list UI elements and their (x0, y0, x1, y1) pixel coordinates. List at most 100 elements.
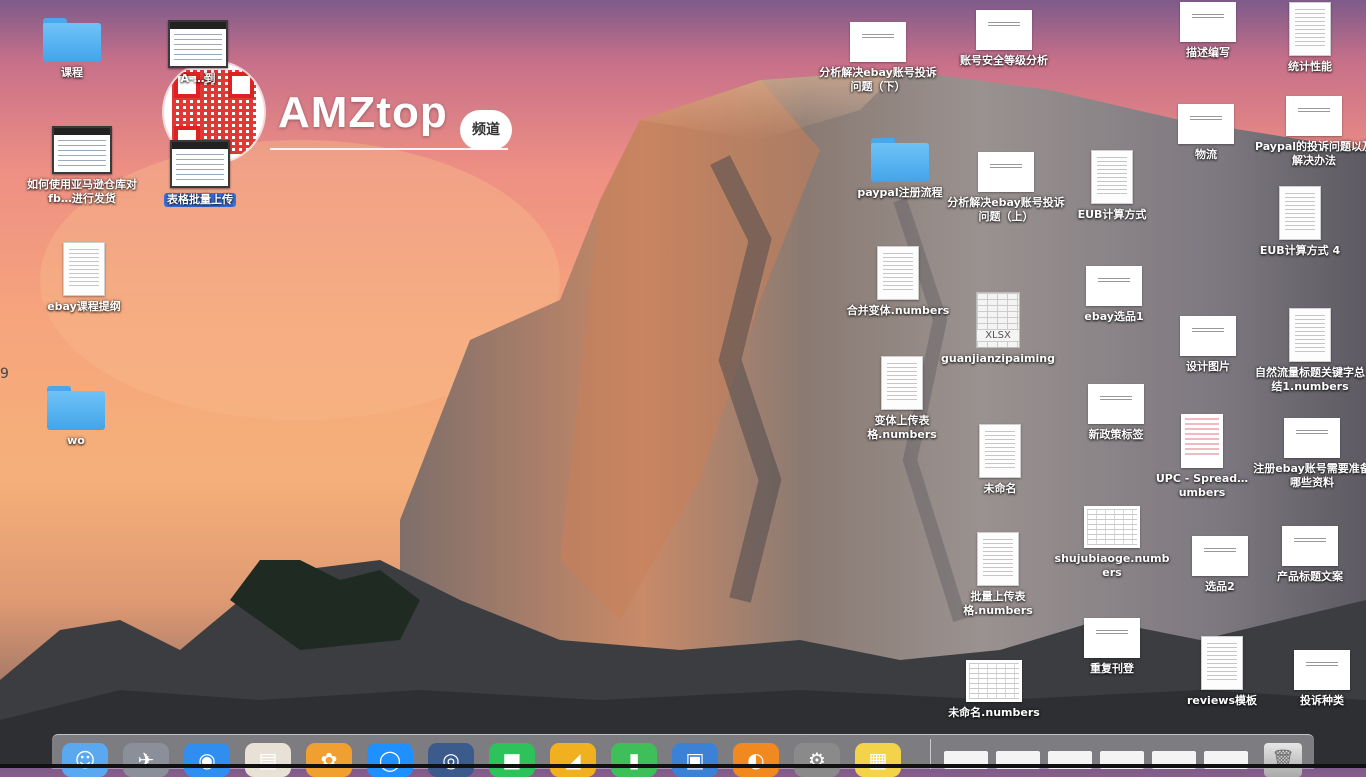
desktop-icon[interactable]: 自然流量标题关键字总结1.numbers (1250, 308, 1366, 394)
preview-icon[interactable]: ▣ (672, 743, 718, 777)
app-store-icon[interactable]: ◯ (367, 743, 413, 777)
watermark-badge: 频道 (460, 110, 512, 150)
desktop-icon-label: 未命名.numbers (948, 706, 1040, 719)
edge-digit: 9 (0, 366, 9, 382)
desktop-icon-label: 重复刊登 (1090, 662, 1134, 675)
xlsx-file-icon: XLSX (976, 292, 1020, 348)
document-file-icon (1091, 150, 1133, 204)
desktop-icon[interactable]: 分析解决ebay账号投诉问题（下） (818, 22, 938, 94)
slide-file-icon (1180, 316, 1236, 356)
desktop-icon[interactable]: ebay课程提纲 (24, 242, 144, 314)
desktop-icon-label: 产品标题文案 (1277, 570, 1343, 583)
pink-file-icon (1181, 414, 1223, 468)
facetime-glyph: ■ (502, 748, 522, 772)
desktop-icon[interactable]: EUB计算方式 4 (1240, 186, 1360, 258)
desktop-icon[interactable]: 未命名 (940, 424, 1060, 496)
desktop-icon-label: UPC - Spread…umbers (1155, 472, 1249, 499)
quicktime-icon[interactable]: ◎ (428, 743, 474, 777)
document-file-icon (1201, 636, 1243, 690)
desktop-icon-label: 课程 (61, 66, 83, 79)
desktop-icon[interactable]: Paypal的投诉问题以及解决办法 (1254, 96, 1366, 168)
slide-file-icon (1180, 2, 1236, 42)
screenshot-file-icon (168, 20, 228, 68)
safari-glyph: ◉ (198, 748, 216, 772)
xlsx-badge: XLSX (977, 330, 1019, 341)
finder-glyph: ☺ (74, 748, 96, 772)
slide-file-icon (1284, 418, 1340, 458)
desktop-icon[interactable]: 课程 (12, 18, 132, 80)
desktop-icon[interactable]: paypal注册流程 (840, 138, 960, 200)
desktop-icon-label: 自然流量标题关键字总结1.numbers (1255, 366, 1365, 393)
screenshot-file-icon (170, 140, 230, 188)
folder-file-icon (47, 386, 105, 430)
slide-file-icon (1294, 650, 1350, 690)
document-file-icon (1279, 186, 1321, 240)
document-file-icon (977, 532, 1019, 586)
desktop-icon[interactable]: 注册ebay账号需要准备哪些资料 (1252, 418, 1366, 490)
app-store-glyph: ◯ (378, 748, 402, 772)
document-file-icon (877, 246, 919, 300)
screenshot-file-icon (52, 126, 112, 174)
stickies-icon[interactable]: ▦ (855, 743, 901, 777)
desktop-icon[interactable]: wo (16, 386, 136, 448)
desktop-icon[interactable]: 分析解决ebay账号投诉问题（上） (946, 152, 1066, 224)
desktop-icon[interactable]: 投诉种类 (1262, 650, 1366, 708)
launchpad-icon[interactable]: ✈ (123, 743, 169, 777)
quicktime-glyph: ◎ (442, 748, 460, 772)
desktop-icon-label: 分析解决ebay账号投诉问题（下） (819, 66, 937, 93)
slide-file-icon (978, 152, 1034, 192)
desktop-icon[interactable]: XLSX guanjianzipaiming (938, 292, 1058, 366)
desktop-icon-label: ebay课程提纲 (47, 300, 121, 313)
slide-file-icon (1084, 618, 1140, 658)
contacts-icon[interactable]: ▤ (245, 743, 291, 777)
document-file-icon (63, 242, 105, 296)
desktop-icon[interactable]: 产品标题文案 (1250, 526, 1366, 584)
desktop-icon-label: 投诉种类 (1300, 694, 1344, 707)
document-file-icon (1289, 308, 1331, 362)
slide-file-icon (1192, 536, 1248, 576)
desktop-icon[interactable]: 账号安全等级分析 (944, 10, 1064, 68)
desktop-icon-label: 分析解决ebay账号投诉问题（上） (947, 196, 1065, 223)
desktop-icon[interactable]: UPC - Spread…umbers (1142, 414, 1262, 500)
desktop-icon[interactable]: 统计性能 (1250, 2, 1366, 74)
numbers-icon[interactable]: ▮ (611, 743, 657, 777)
safari-icon[interactable]: ◉ (184, 743, 230, 777)
desktop-icon-label: A-…到 (180, 72, 216, 85)
preview-glyph: ▣ (685, 748, 705, 772)
desktop-icon[interactable]: 重复刊登 (1052, 618, 1172, 676)
keynote-glyph: ◢ (565, 748, 581, 772)
desktop-icon-label: 统计性能 (1288, 60, 1332, 73)
facetime-icon[interactable]: ■ (489, 743, 535, 777)
ibooks-icon[interactable]: ◐ (733, 743, 779, 777)
desktop-icon-label: 表格批量上传 (164, 193, 236, 207)
desktop-icon-label: wo (67, 434, 85, 447)
slide-file-icon (1178, 104, 1234, 144)
desktop-icon-label: paypal注册流程 (857, 186, 943, 199)
desktop-icon[interactable]: 未命名.numbers (934, 660, 1054, 720)
finder-icon[interactable]: ☺ (62, 743, 108, 777)
desktop-icon[interactable]: shujubiaoge.numbers (1052, 506, 1172, 580)
numbers-glyph: ▮ (628, 748, 640, 772)
photos-icon[interactable]: ✿ (306, 743, 352, 777)
launchpad-glyph: ✈ (137, 748, 155, 772)
sheet-file-icon (966, 660, 1022, 702)
sheet-file-icon (1084, 506, 1140, 548)
system-preferences-icon[interactable]: ⚙ (794, 743, 840, 777)
desktop-icon-label: 物流 (1195, 148, 1217, 161)
trash-icon[interactable]: 🗑 (1264, 743, 1302, 777)
desktop-icon[interactable]: A-…到 (138, 20, 258, 86)
desktop-icon[interactable]: 物流 (1146, 104, 1266, 162)
watermark-brand: AMZtop (278, 88, 448, 137)
slide-file-icon (1088, 384, 1144, 424)
desktop-icon[interactable]: 表格批量上传 (140, 140, 260, 207)
desktop-icon-label: EUB计算方式 (1077, 208, 1147, 221)
desktop-icon-label: shujubiaoge.numbers (1054, 552, 1170, 579)
desktop-icon-label: 批量上传表格.numbers (963, 590, 1033, 617)
desktop-icon-label: Paypal的投诉问题以及解决办法 (1254, 140, 1366, 167)
document-file-icon (881, 356, 923, 410)
keynote-icon[interactable]: ◢ (550, 743, 596, 777)
photos-glyph: ✿ (320, 748, 338, 772)
desktop-icon-label: 账号安全等级分析 (960, 54, 1048, 67)
desktop-icon[interactable]: 如何使用亚马逊仓库对fb…进行发货 (22, 126, 142, 206)
desktop-icon[interactable]: 批量上传表格.numbers (938, 532, 1058, 618)
